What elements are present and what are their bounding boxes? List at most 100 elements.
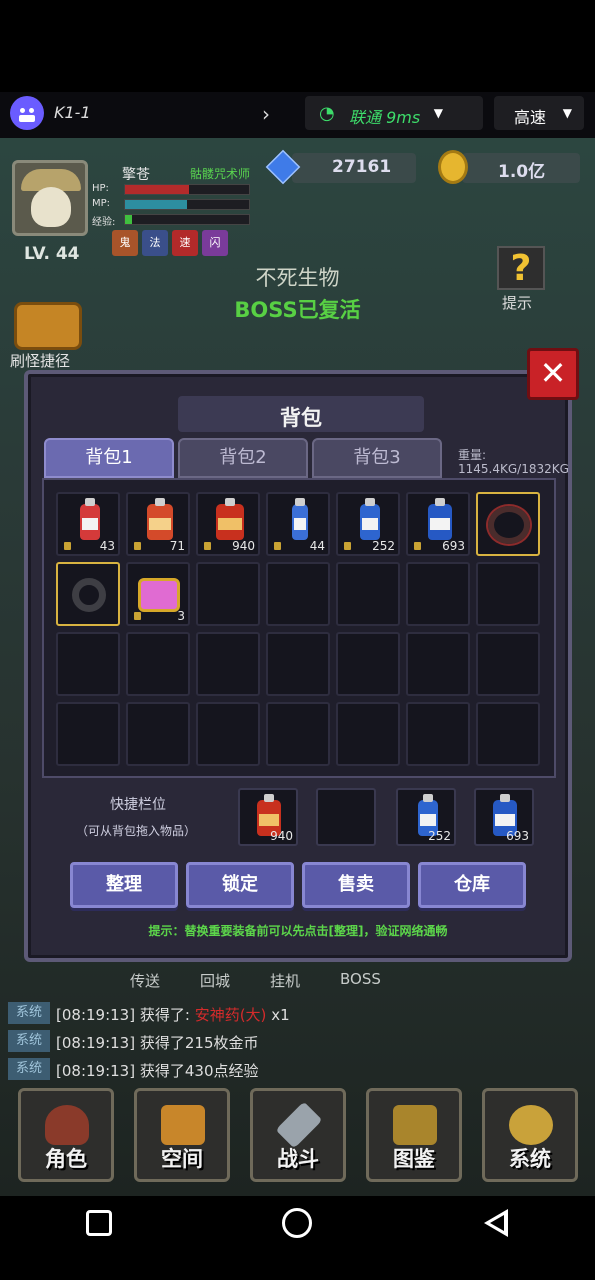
inventory-slot[interactable] xyxy=(196,632,260,696)
tab-bag-3[interactable]: 背包3 xyxy=(312,438,442,478)
lock-icon xyxy=(64,542,71,550)
fast-kill-label[interactable]: 刷怪捷径 xyxy=(10,350,70,371)
gold-coin-icon xyxy=(438,150,468,184)
menu-codex-button[interactable]: 图鉴 xyxy=(366,1088,462,1182)
buff-icon[interactable]: 鬼 xyxy=(112,230,138,256)
system-tag: 系统 xyxy=(8,1002,50,1024)
inventory-slot[interactable] xyxy=(336,562,400,626)
item-count: 693 xyxy=(506,829,529,843)
inventory-slot[interactable]: 940 xyxy=(196,492,260,556)
inventory-slot[interactable] xyxy=(406,632,470,696)
speed-text: 高速 xyxy=(514,108,547,127)
boss-link[interactable]: BOSS xyxy=(340,970,381,988)
inventory-slot[interactable] xyxy=(476,562,540,626)
treasure-chest-icon[interactable] xyxy=(14,302,82,350)
item-count: 940 xyxy=(270,829,293,843)
inventory-slot[interactable] xyxy=(336,632,400,696)
buff-icon[interactable]: 法 xyxy=(142,230,168,256)
item-count: 3 xyxy=(177,609,185,623)
log-time: [08:19:13] xyxy=(56,1062,136,1080)
quick-slot[interactable]: 252 xyxy=(396,788,456,846)
auto-battle-link[interactable]: 挂机 xyxy=(270,970,300,991)
recent-apps-icon[interactable] xyxy=(86,1210,112,1236)
log-message: 获得了: xyxy=(139,1006,190,1024)
return-town-link[interactable]: 回城 xyxy=(200,970,230,991)
caret-down-icon: ▼ xyxy=(562,106,572,120)
lock-icon xyxy=(414,542,421,550)
buff-icon[interactable]: 闪 xyxy=(202,230,228,256)
android-nav-bar xyxy=(0,1196,595,1280)
inventory-slot[interactable] xyxy=(126,632,190,696)
log-text: [08:19:13] 获得了430点经验 xyxy=(56,1060,259,1081)
inventory-slot[interactable] xyxy=(126,702,190,766)
sell-button[interactable]: 售卖 xyxy=(302,862,410,908)
inventory-slot[interactable] xyxy=(266,702,330,766)
teleport-link[interactable]: 传送 xyxy=(130,970,160,991)
lock-icon xyxy=(134,542,141,550)
speed-selector[interactable]: 高速 ▼ xyxy=(494,96,584,130)
sort-button[interactable]: 整理 xyxy=(70,862,178,908)
game-screen: K1-1 › ◔ 联通 9ms ▼ 高速 ▼ LV. 44 擎苍 骷髅咒术师 H… xyxy=(0,0,595,1280)
inventory-slot[interactable] xyxy=(406,562,470,626)
quick-slot[interactable] xyxy=(316,788,376,846)
inventory-slot[interactable] xyxy=(476,492,540,556)
inventory-slot[interactable] xyxy=(56,632,120,696)
tab-bag-1[interactable]: 背包1 xyxy=(44,438,174,478)
gold-counter: 1.0亿 xyxy=(462,153,580,183)
menu-label: 战斗 xyxy=(277,1147,319,1171)
player-class: 骷髅咒术师 xyxy=(190,167,251,181)
inventory-slot[interactable] xyxy=(406,702,470,766)
inventory-slot[interactable] xyxy=(56,562,120,626)
menu-battle-button[interactable]: 战斗 xyxy=(250,1088,346,1182)
inventory-slot[interactable] xyxy=(196,702,260,766)
inventory-slot[interactable]: 44 xyxy=(266,492,330,556)
close-button[interactable]: ✕ xyxy=(527,348,579,400)
inventory-slot[interactable] xyxy=(266,562,330,626)
chevron-right-icon[interactable]: › xyxy=(262,102,270,126)
menu-system-button[interactable]: 系统 xyxy=(482,1088,578,1182)
player-portrait[interactable] xyxy=(12,160,88,236)
network-selector[interactable]: ◔ 联通 9ms ▼ xyxy=(305,96,483,130)
log-text: [08:19:13] 获得了215枚金币 xyxy=(56,1032,259,1053)
inventory-slot[interactable] xyxy=(266,632,330,696)
player-name: 擎苍 xyxy=(122,167,150,183)
quick-slot[interactable]: 693 xyxy=(474,788,534,846)
inventory-slot[interactable]: 71 xyxy=(126,492,190,556)
inventory-slot[interactable] xyxy=(476,632,540,696)
lock-icon xyxy=(344,542,351,550)
quick-slot-hint: （可从背包拖入物品） xyxy=(76,824,197,838)
warehouse-button[interactable]: 仓库 xyxy=(418,862,526,908)
item-count: 693 xyxy=(442,539,465,553)
inventory-slot[interactable] xyxy=(476,702,540,766)
hp-bar xyxy=(124,184,250,195)
inventory-slot[interactable]: 3 xyxy=(126,562,190,626)
red-potion-icon xyxy=(216,498,244,540)
log-text: [08:19:13] 获得了: 安神药(大) x1 xyxy=(56,1004,290,1025)
inventory-slot[interactable] xyxy=(56,702,120,766)
network-text: 联通 9ms xyxy=(349,108,421,127)
inventory-slot[interactable]: 693 xyxy=(406,492,470,556)
bag-panel: 背包 背包1 背包2 背包3 重量: 1145.4KG/1832KG 43 71… xyxy=(24,370,572,962)
android-app-icon[interactable] xyxy=(10,96,44,130)
inventory-slot[interactable]: 43 xyxy=(56,492,120,556)
question-mark-icon[interactable]: ? xyxy=(497,246,545,290)
treasure-chest-icon xyxy=(138,578,180,612)
inventory-slot[interactable] xyxy=(336,702,400,766)
exp-label: 经验: xyxy=(92,217,116,228)
ring-icon xyxy=(488,506,530,544)
inventory-slot[interactable] xyxy=(196,562,260,626)
bag-tip: 提示：替换重要装备前可以先点击[整理]，验证网络通畅 xyxy=(148,924,448,938)
system-tag: 系统 xyxy=(8,1058,50,1080)
hint-label[interactable]: 提示 xyxy=(502,292,532,313)
inventory-slot[interactable]: 252 xyxy=(336,492,400,556)
sword-icon xyxy=(275,1101,323,1149)
blue-potion-icon xyxy=(428,498,452,540)
menu-character-button[interactable]: 角色 xyxy=(18,1088,114,1182)
tab-bag-2[interactable]: 背包2 xyxy=(178,438,308,478)
home-icon[interactable] xyxy=(282,1208,312,1238)
quick-slot[interactable]: 940 xyxy=(238,788,298,846)
buff-icon[interactable]: 速 xyxy=(172,230,198,256)
player-level: LV. 44 xyxy=(24,244,80,264)
lock-button[interactable]: 锁定 xyxy=(186,862,294,908)
menu-space-button[interactable]: 空间 xyxy=(134,1088,230,1182)
